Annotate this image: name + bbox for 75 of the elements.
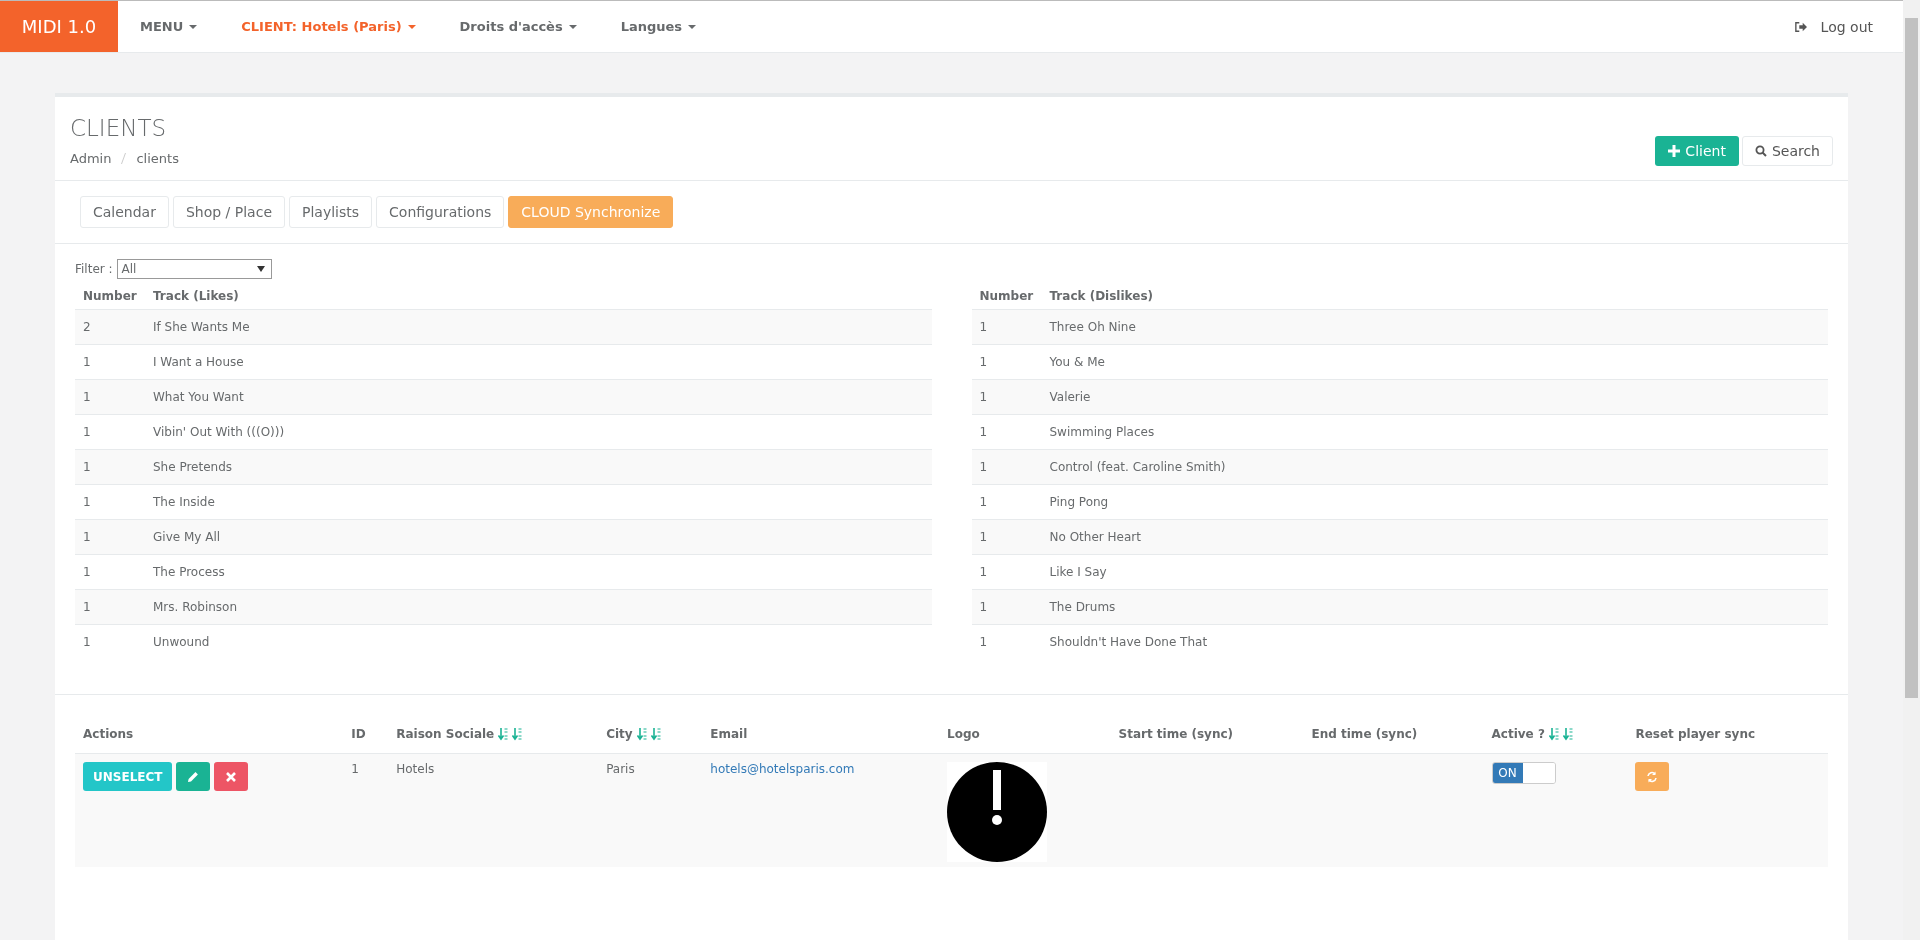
filter-select[interactable]: All (116, 259, 272, 279)
search-icon (1754, 145, 1767, 157)
column-header: Start time (sync) (1110, 715, 1304, 754)
menu-dropdown[interactable]: Droits d'accès (437, 19, 599, 34)
breadcrumb-current: clients (136, 151, 179, 166)
refresh-icon (1646, 770, 1659, 783)
table-cell: 1 (971, 379, 1042, 415)
sort-descending-icon[interactable] (650, 727, 661, 741)
table-cell: 1 (75, 624, 145, 659)
table-cell: Hotels (396, 762, 435, 776)
table-cell: Mrs. Robinson (145, 589, 932, 625)
menu-dropdown[interactable]: CLIENT: Hotels (Paris) (219, 19, 438, 34)
sort-descending-icon[interactable] (512, 727, 523, 741)
column-header: City (598, 715, 703, 754)
tab[interactable]: Playlists (289, 196, 373, 228)
sort-ascending-icon[interactable] (498, 727, 509, 741)
column-header: Active ? (1483, 715, 1628, 754)
column-header: Track (Dislikes) (1041, 279, 1828, 310)
table-cell: 1 (75, 449, 145, 485)
email-link[interactable]: hotels@hotelsparis.com (710, 762, 855, 776)
page-title: CLIENTS (70, 115, 168, 141)
tab[interactable]: Calendar (80, 196, 169, 228)
table-cell: 1 (75, 379, 145, 415)
search-button[interactable]: Search (1741, 136, 1833, 166)
edit-button[interactable] (176, 762, 211, 791)
plus-icon (1668, 145, 1681, 157)
delete-button[interactable] (214, 762, 249, 791)
column-header: Number (75, 279, 145, 310)
column-header: Reset player sync (1627, 715, 1828, 754)
table-cell: Shouldn't Have Done That (1041, 624, 1828, 659)
table-cell: If She Wants Me (145, 309, 932, 345)
table-cell: What You Want (145, 379, 932, 415)
alert-logo-icon (947, 762, 1048, 862)
table-cell: Unwound (145, 624, 932, 659)
table-cell: 2 (75, 309, 145, 345)
close-icon (225, 770, 238, 783)
logout-link[interactable]: Log out (1794, 18, 1873, 35)
table-cell: Control (feat. Caroline Smith) (1041, 449, 1828, 485)
sort-ascending-icon[interactable] (636, 727, 647, 741)
table-cell: She Pretends (145, 449, 932, 485)
table-cell: No Other Heart (1041, 519, 1828, 555)
column-header: End time (sync) (1303, 715, 1484, 754)
sort-descending-icon[interactable] (1562, 727, 1573, 741)
table-cell: The Drums (1041, 589, 1828, 625)
pencil-icon (187, 770, 200, 783)
tab[interactable]: Shop / Place (172, 196, 285, 228)
table-cell: 1 (75, 519, 145, 555)
table-cell: Valerie (1041, 379, 1828, 415)
menu-dropdown[interactable]: Langues (598, 19, 719, 34)
table-cell: 1 (971, 309, 1042, 345)
table-cell: Three Oh Nine (1041, 309, 1828, 345)
column-header: Actions (75, 715, 344, 754)
sort-ascending-icon[interactable] (1548, 727, 1559, 741)
column-header: Email (702, 715, 940, 754)
reset-sync-button[interactable] (1635, 762, 1670, 791)
column-header: Logo (939, 715, 1111, 754)
column-header: Raison Sociale (388, 715, 599, 754)
table-cell: Paris (606, 762, 635, 776)
tab[interactable]: Configurations (376, 196, 505, 228)
table-cell: 1 (971, 449, 1042, 485)
table-cell: 1 (75, 589, 145, 625)
column-header: Track (Likes) (145, 279, 932, 310)
breadcrumb-link[interactable]: Admin (70, 151, 112, 166)
table-cell: 1 (971, 624, 1042, 659)
column-header: ID (343, 715, 389, 754)
active-toggle[interactable]: ON (1491, 762, 1556, 784)
table-cell: Give My All (145, 519, 932, 555)
table-cell: 1 (351, 762, 359, 776)
table-cell: 1 (971, 519, 1042, 555)
column-header: Number (971, 279, 1042, 310)
brand-logo[interactable]: MIDI 1.0 (0, 1, 118, 52)
logout-icon (1794, 20, 1807, 33)
menu-dropdown[interactable]: MENU (118, 19, 220, 34)
table-cell: 1 (971, 589, 1042, 625)
filter-label: Filter : (75, 262, 113, 276)
